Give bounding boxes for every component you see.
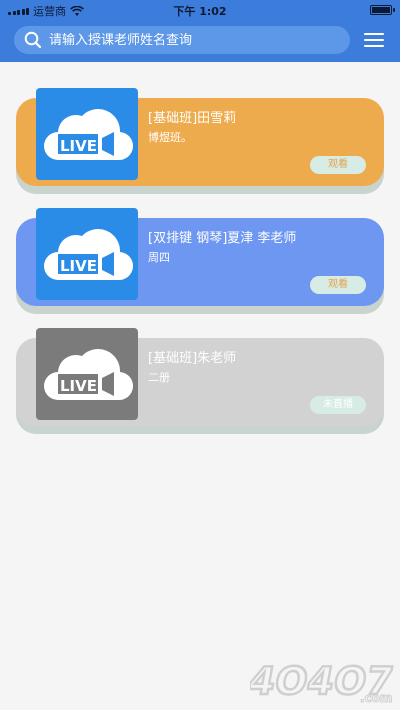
course-subtitle: 二册 xyxy=(148,371,170,384)
watch-button[interactable]: 观看 xyxy=(310,156,366,174)
live-cloud-icon: LIVE xyxy=(44,349,134,401)
svg-text:LIVE: LIVE xyxy=(60,377,97,395)
course-subtitle: 周四 xyxy=(148,251,170,264)
course-title: [基础班]田雪莉 xyxy=(148,111,237,126)
svg-text:.com: .com xyxy=(360,691,392,705)
course-subtitle: 博煜班。 xyxy=(148,131,192,144)
course-title: [基础班]朱老师 xyxy=(148,351,237,366)
battery-icon xyxy=(370,5,395,15)
watch-button[interactable]: 未直播 xyxy=(310,396,366,414)
status-time: 下午 1:02 xyxy=(173,5,227,18)
live-thumbnail: LIVE xyxy=(36,328,138,420)
course-title: [双排键 钢琴]夏津 李老师 xyxy=(148,231,297,246)
svg-text:LIVE: LIVE xyxy=(60,257,97,275)
live-thumbnail: LIVE xyxy=(36,88,138,180)
live-cloud-icon: LIVE xyxy=(44,229,134,281)
live-thumbnail: LIVE xyxy=(36,208,138,300)
status-bar: 运营商 下午 1:02 xyxy=(0,0,400,20)
search-bar[interactable] xyxy=(14,26,350,54)
course-card[interactable]: LIVE [基础班]朱老师 二册未直播 xyxy=(16,328,384,434)
course-card[interactable]: LIVE [双排键 钢琴]夏津 李老师 周四观看 xyxy=(16,208,384,314)
watermark-logo: 4O4O7 .com xyxy=(250,658,396,705)
search-icon xyxy=(24,31,42,49)
course-card[interactable]: LIVE [基础班]田雪莉 博煜班。观看 xyxy=(16,88,384,194)
menu-icon[interactable] xyxy=(364,32,384,48)
live-cloud-icon: LIVE xyxy=(44,109,134,161)
watermark: 4O4O7 .com xyxy=(250,652,396,706)
svg-text:LIVE: LIVE xyxy=(60,137,97,155)
search-input[interactable] xyxy=(49,32,319,48)
watch-button[interactable]: 观看 xyxy=(310,276,366,294)
